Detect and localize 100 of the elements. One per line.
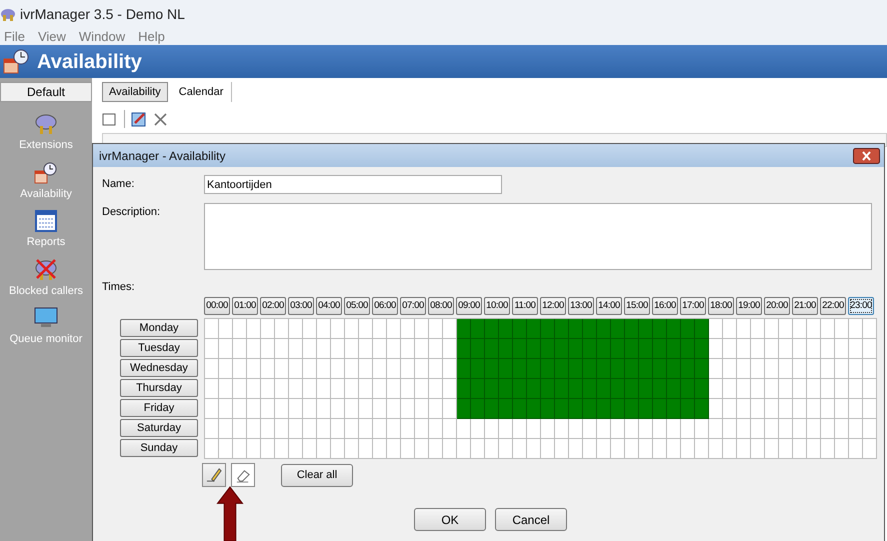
time-slot[interactable] — [639, 319, 653, 339]
time-slot[interactable] — [485, 399, 499, 419]
new-icon[interactable] — [102, 112, 118, 126]
time-slot[interactable] — [247, 419, 261, 439]
time-slot[interactable] — [667, 399, 681, 419]
hour-button[interactable]: 20:00 — [764, 297, 790, 315]
time-slot[interactable] — [541, 339, 555, 359]
time-slot[interactable] — [345, 339, 359, 359]
time-slot[interactable] — [835, 359, 849, 379]
time-slot[interactable] — [345, 399, 359, 419]
time-slot[interactable] — [695, 439, 709, 459]
time-slot[interactable] — [779, 399, 793, 419]
time-slot[interactable] — [429, 379, 443, 399]
time-slot[interactable] — [275, 439, 289, 459]
time-slot[interactable] — [373, 339, 387, 359]
pencil-tool-button[interactable] — [202, 463, 226, 487]
time-slot[interactable] — [289, 379, 303, 399]
time-slot[interactable] — [471, 379, 485, 399]
tab[interactable]: Availability — [102, 82, 168, 102]
time-slot[interactable] — [765, 379, 779, 399]
hour-button[interactable]: 22:00 — [820, 297, 846, 315]
time-slot[interactable] — [387, 359, 401, 379]
time-slot[interactable] — [625, 379, 639, 399]
time-slot[interactable] — [653, 379, 667, 399]
time-slot[interactable] — [331, 359, 345, 379]
time-slot[interactable] — [835, 339, 849, 359]
time-slot[interactable] — [751, 379, 765, 399]
calendar-icon[interactable] — [34, 209, 58, 233]
hour-button[interactable]: 18:00 — [708, 297, 734, 315]
time-slot[interactable] — [597, 359, 611, 379]
time-slot[interactable] — [849, 379, 863, 399]
time-slot[interactable] — [415, 359, 429, 379]
time-slot[interactable] — [737, 359, 751, 379]
time-slot[interactable] — [261, 439, 275, 459]
time-slot[interactable] — [807, 439, 821, 459]
time-slot[interactable] — [765, 419, 779, 439]
time-slot[interactable] — [303, 359, 317, 379]
time-slot[interactable] — [485, 339, 499, 359]
time-slot[interactable] — [737, 419, 751, 439]
time-slot[interactable] — [345, 439, 359, 459]
time-slot[interactable] — [849, 339, 863, 359]
time-slot[interactable] — [695, 419, 709, 439]
time-slot[interactable] — [667, 439, 681, 459]
time-slot[interactable] — [387, 319, 401, 339]
time-slot[interactable] — [737, 319, 751, 339]
time-slot[interactable] — [247, 439, 261, 459]
time-slot[interactable] — [723, 419, 737, 439]
time-slot[interactable] — [317, 359, 331, 379]
time-slot[interactable] — [737, 339, 751, 359]
dialog-button[interactable]: Cancel — [495, 508, 567, 531]
hour-button[interactable]: 14:00 — [596, 297, 622, 315]
time-slot[interactable] — [863, 339, 877, 359]
time-slot[interactable] — [653, 399, 667, 419]
time-slot[interactable] — [583, 419, 597, 439]
time-slot[interactable] — [597, 399, 611, 419]
time-slot[interactable] — [723, 319, 737, 339]
time-slot[interactable] — [205, 359, 219, 379]
time-slot[interactable] — [583, 359, 597, 379]
time-slot[interactable] — [793, 379, 807, 399]
time-slot[interactable] — [723, 439, 737, 459]
time-slot[interactable] — [723, 379, 737, 399]
menu-item[interactable]: Window — [78, 26, 126, 46]
time-slot[interactable] — [821, 319, 835, 339]
time-slot[interactable] — [499, 379, 513, 399]
time-slot[interactable] — [373, 359, 387, 379]
time-slot[interactable] — [261, 339, 275, 359]
time-slot[interactable] — [583, 399, 597, 419]
time-slot[interactable] — [779, 319, 793, 339]
time-slot[interactable] — [219, 399, 233, 419]
hour-button[interactable]: 23:00 — [848, 297, 874, 315]
time-slot[interactable] — [849, 419, 863, 439]
time-slot[interactable] — [443, 439, 457, 459]
time-slot[interactable] — [751, 419, 765, 439]
hour-button[interactable]: 19:00 — [736, 297, 762, 315]
time-slot[interactable] — [345, 319, 359, 339]
time-slot[interactable] — [443, 379, 457, 399]
time-slot[interactable] — [709, 419, 723, 439]
time-slot[interactable] — [555, 439, 569, 459]
time-slot[interactable] — [513, 419, 527, 439]
edit-icon[interactable] — [131, 111, 147, 127]
time-slot[interactable] — [457, 399, 471, 419]
time-slot[interactable] — [373, 399, 387, 419]
time-slot[interactable] — [821, 379, 835, 399]
hour-button[interactable]: 07:00 — [400, 297, 426, 315]
time-slot[interactable] — [681, 399, 695, 419]
time-slot[interactable] — [401, 399, 415, 419]
time-slot[interactable] — [863, 419, 877, 439]
monitor-icon[interactable] — [34, 306, 58, 330]
time-slot[interactable] — [331, 439, 345, 459]
time-slot[interactable] — [485, 359, 499, 379]
time-slot[interactable] — [569, 439, 583, 459]
time-slot[interactable] — [415, 439, 429, 459]
day-button[interactable]: Thursday — [120, 379, 198, 397]
time-slot[interactable] — [219, 439, 233, 459]
time-slot[interactable] — [611, 439, 625, 459]
time-slot[interactable] — [583, 319, 597, 339]
time-slot[interactable] — [849, 439, 863, 459]
time-slot[interactable] — [751, 319, 765, 339]
time-slot[interactable] — [359, 339, 373, 359]
plug-icon[interactable] — [34, 112, 58, 136]
